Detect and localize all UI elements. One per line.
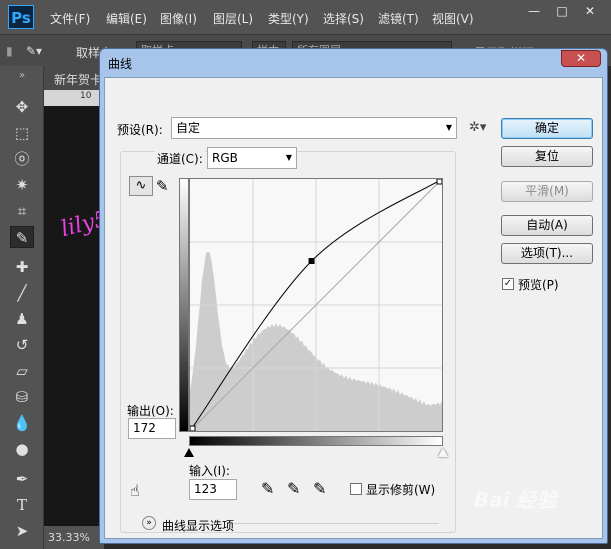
curve-graph-svg <box>189 178 443 432</box>
options-grip-icon: ▮ <box>6 44 13 58</box>
output-gradient-bar <box>179 178 189 432</box>
pen-tool-icon[interactable]: ✒ <box>10 468 34 490</box>
expand-options-icon[interactable]: » <box>142 516 156 530</box>
eyedropper-tool-icon[interactable]: ✎ <box>10 226 34 248</box>
chevron-down-icon: ▼ <box>285 153 292 162</box>
smooth-button[interactable]: 平滑(M) <box>501 181 593 202</box>
path-select-tool-icon[interactable]: ➤ <box>10 520 34 542</box>
preview-checkbox[interactable]: ✓ <box>502 278 514 290</box>
reset-button[interactable]: 复位 <box>501 146 593 167</box>
curve-points-mode-icon[interactable]: ∿ <box>129 176 153 196</box>
horizontal-ruler: 10 <box>44 90 104 106</box>
input-field[interactable]: 123 <box>189 479 237 500</box>
preset-value: 自定 <box>176 121 201 135</box>
show-clipping-label[interactable]: 显示修剪(W) <box>366 481 435 498</box>
window-controls: — □ ✕ <box>521 4 603 20</box>
curves-dialog: 曲线 ✕ 预设(R): 自定 ▼ ✲▾ 确定 复位 平滑(M) 自动(A) 选项… <box>99 48 608 544</box>
options-button[interactable]: 选项(T)... <box>501 243 593 264</box>
pencil-icon[interactable]: ✎ <box>156 177 169 195</box>
stamp-tool-icon[interactable]: ♟ <box>10 308 34 330</box>
menu-image[interactable]: 图像(I) <box>160 10 197 27</box>
channel-label: 通道(C): <box>155 150 205 167</box>
photoshop-logo: Ps <box>8 5 34 29</box>
input-label: 输入(I): <box>189 464 230 478</box>
menu-select[interactable]: 选择(S) <box>323 10 364 27</box>
marquee-tool-icon[interactable]: ⬚ <box>10 122 34 144</box>
document-canvas[interactable] <box>44 106 104 526</box>
curve-control-point[interactable] <box>308 258 315 265</box>
minimize-button[interactable]: — <box>521 4 547 20</box>
brush-tool-icon[interactable]: ╱ <box>10 282 34 304</box>
menubar: Ps 文件(F) 编辑(E) 图像(I) 图层(L) 类型(Y) 选择(S) 滤… <box>0 0 611 34</box>
input-gradient-bar <box>189 436 443 446</box>
collapse-tools-icon[interactable]: » <box>10 70 34 82</box>
black-point-slider[interactable] <box>184 448 194 457</box>
history-brush-tool-icon[interactable]: ↺ <box>10 334 34 356</box>
crop-tool-icon[interactable]: ⌗ <box>10 200 34 222</box>
menu-type[interactable]: 类型(Y) <box>268 10 309 27</box>
document-tab-title: 新年贺卡 <box>54 73 103 87</box>
output-field[interactable]: 172 <box>128 418 176 439</box>
chevron-down-icon: ▼ <box>445 123 452 132</box>
baidu-watermark: Bai 经验 <box>474 488 557 512</box>
black-eyedropper-icon[interactable]: ✎ <box>261 479 274 498</box>
menu-layer[interactable]: 图层(L) <box>213 10 253 27</box>
white-point-slider[interactable] <box>438 448 448 457</box>
curve-end-point[interactable] <box>189 425 196 432</box>
preset-select[interactable]: 自定 ▼ <box>171 117 457 139</box>
curve-end-point[interactable] <box>436 178 443 185</box>
paint-bucket-tool-icon[interactable]: ⛁ <box>10 386 34 408</box>
blur-tool-icon[interactable]: 💧 <box>10 412 34 434</box>
healing-tool-icon[interactable]: ✚ <box>10 256 34 278</box>
tools-panel: » ✥ ⬚ ⓞ ✷ ⌗ ✎ ✚ ╱ ♟ ↺ ▱ ⛁ 💧 ● ✒ T ➤ <box>0 66 44 549</box>
show-clipping-checkbox[interactable] <box>350 483 362 495</box>
targeted-adjustment-hand-icon[interactable]: ☝ <box>130 481 140 500</box>
preview-label[interactable]: 预览(P) <box>518 276 559 293</box>
dodge-tool-icon[interactable]: ● <box>10 438 34 460</box>
output-label: 输出(O): <box>127 404 174 418</box>
gray-eyedropper-icon[interactable]: ✎ <box>287 479 300 498</box>
channel-select[interactable]: RGB ▼ <box>207 147 297 169</box>
curve-display-options-label[interactable]: 曲线显示选项 <box>162 517 234 534</box>
auto-button[interactable]: 自动(A) <box>501 215 593 236</box>
menu-view[interactable]: 视图(V) <box>432 10 474 27</box>
eraser-tool-icon[interactable]: ▱ <box>10 360 34 382</box>
maximize-button[interactable]: □ <box>549 4 575 20</box>
lasso-tool-icon[interactable]: ⓞ <box>10 148 34 170</box>
gear-icon[interactable]: ✲▾ <box>469 120 486 135</box>
menu-edit[interactable]: 编辑(E) <box>106 10 147 27</box>
magic-wand-tool-icon[interactable]: ✷ <box>10 174 34 196</box>
eyedropper-tool-icon[interactable]: ✎▾ <box>26 44 42 58</box>
options-separator <box>234 523 439 524</box>
menu-file[interactable]: 文件(F) <box>50 10 90 27</box>
zoom-level[interactable]: 33.33% <box>44 526 104 549</box>
close-window-button[interactable]: ✕ <box>577 4 603 20</box>
ok-button[interactable]: 确定 <box>501 118 593 139</box>
type-tool-icon[interactable]: T <box>10 494 34 516</box>
document-tab[interactable]: 新年贺卡 <box>44 66 104 90</box>
dialog-body: 预设(R): 自定 ▼ ✲▾ 确定 复位 平滑(M) 自动(A) 选项(T)..… <box>104 77 603 539</box>
channel-value: RGB <box>212 151 238 165</box>
curve-graph[interactable] <box>189 178 443 432</box>
close-dialog-button[interactable]: ✕ <box>561 50 601 67</box>
preset-label: 预设(R): <box>117 123 163 137</box>
dialog-title: 曲线 <box>108 57 133 71</box>
move-tool-icon[interactable]: ✥ <box>10 96 34 118</box>
ruler-label: 10 <box>80 91 92 101</box>
white-eyedropper-icon[interactable]: ✎ <box>313 479 326 498</box>
menu-filter[interactable]: 滤镜(T) <box>378 10 419 27</box>
